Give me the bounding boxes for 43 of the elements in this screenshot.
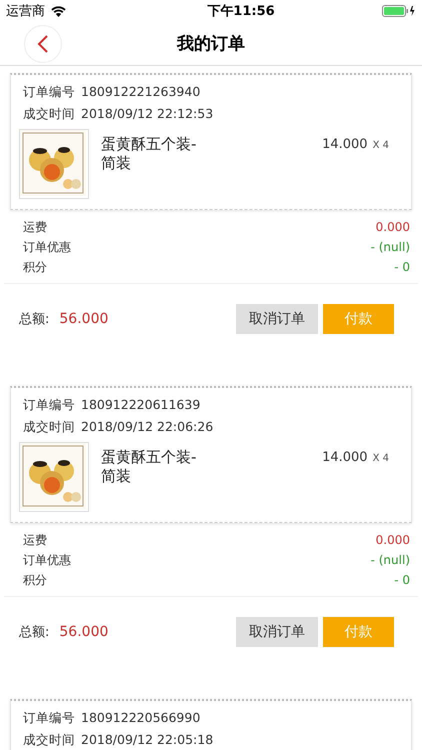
order-number: 180912220566990	[81, 709, 200, 727]
carrier-name: 运营商	[6, 3, 45, 20]
order-number-label: 订单编号	[23, 396, 75, 414]
product-price: 14.000	[322, 137, 368, 152]
fee-label: 订单优惠	[23, 239, 71, 256]
back-button[interactable]	[24, 24, 62, 62]
fee-value: 0.000	[376, 532, 410, 549]
order-time: 2018/09/12 22:06:26	[81, 418, 214, 436]
total-label: 总额:	[19, 624, 50, 641]
fee-label: 积分	[23, 259, 47, 276]
order-time-label: 成交时间	[23, 105, 75, 123]
fee-value: - (null)	[370, 239, 410, 256]
product-quantity: X 4	[372, 453, 389, 464]
fee-value: 0.000	[376, 219, 410, 236]
product-price: 14.000	[322, 450, 368, 465]
wifi-icon	[51, 6, 66, 16]
total-amount: 56.000	[59, 624, 108, 640]
order-time: 2018/09/12 22:05:18	[81, 731, 214, 749]
fee-value: - 0	[394, 572, 410, 589]
product-quantity: X 4	[372, 140, 389, 151]
order-time-label: 成交时间	[23, 418, 75, 436]
back-icon	[37, 34, 49, 54]
battery-icon	[382, 5, 416, 17]
order-time-label: 成交时间	[23, 731, 75, 749]
total-amount: 56.000	[59, 311, 108, 327]
status-time: 下午11:56	[207, 3, 275, 20]
order-number-label: 订单编号	[23, 709, 75, 727]
fee-value: - (null)	[370, 552, 410, 569]
cancel-order-button[interactable]: 取消订单	[236, 304, 318, 334]
order-time: 2018/09/12 22:12:53	[81, 105, 214, 123]
product-name: 蛋黄酥五个装-简装	[101, 135, 198, 173]
page-title: 我的订单	[177, 33, 245, 55]
product-name: 蛋黄酥五个装-简装	[101, 448, 198, 486]
order-number-label: 订单编号	[23, 83, 75, 101]
fee-label: 积分	[23, 572, 47, 589]
cancel-order-button[interactable]: 取消订单	[236, 617, 318, 647]
total-label: 总额:	[19, 311, 50, 328]
order-number: 180912221263940	[81, 83, 200, 101]
fee-label: 运费	[23, 532, 47, 549]
fee-label: 运费	[23, 219, 47, 236]
fee-label: 订单优惠	[23, 552, 71, 569]
order-number: 180912220611639	[81, 396, 200, 414]
fee-value: - 0	[394, 259, 410, 276]
